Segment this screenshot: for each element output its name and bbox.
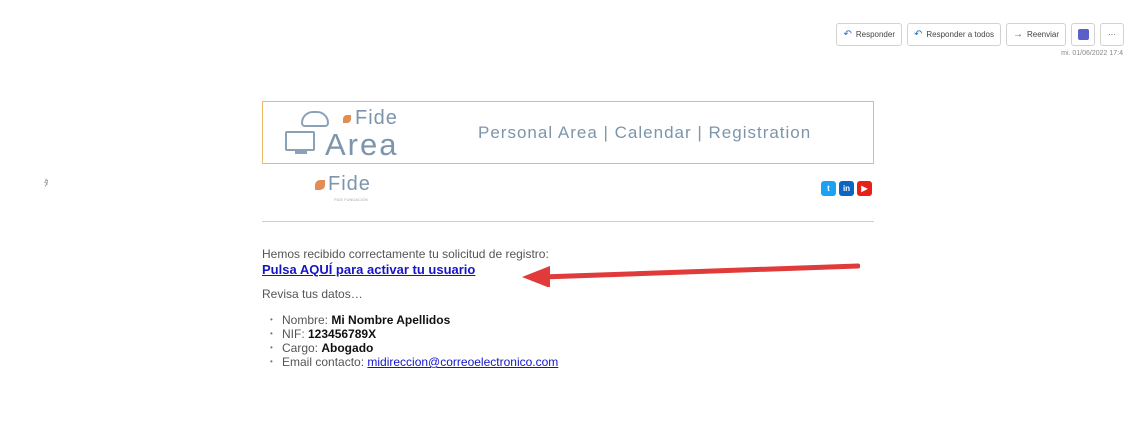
- banner-nav-links[interactable]: Personal Area | Calendar | Registration: [478, 123, 811, 143]
- sub-header: Fide FIDE FUNDACIÓN t in ▶: [262, 173, 874, 207]
- linkedin-icon[interactable]: in: [839, 181, 854, 196]
- list-item: Email contacto: midireccion@correoelectr…: [270, 355, 882, 369]
- side-mark: ﾀ: [44, 178, 49, 188]
- reply-label: Responder: [855, 30, 895, 39]
- reply-all-icon: ↶: [913, 29, 923, 40]
- detail-label: NIF:: [282, 327, 308, 341]
- annotation-arrow-icon: [522, 263, 860, 287]
- forward-button[interactable]: → Reenviar: [1005, 23, 1066, 46]
- reply-all-button[interactable]: ↶ Responder a todos: [906, 23, 1001, 46]
- more-actions-button[interactable]: ···: [1100, 23, 1124, 46]
- list-item: Nombre: Mi Nombre Apellidos: [270, 313, 882, 327]
- cloud-icon: [301, 111, 329, 127]
- fide-logo-text: Fide: [328, 173, 371, 195]
- logo-area-text: Area: [325, 127, 399, 162]
- monitor-icon: [285, 131, 315, 151]
- divider: [262, 221, 874, 222]
- detail-value: Abogado: [321, 341, 374, 355]
- teams-button[interactable]: [1071, 23, 1095, 46]
- list-item: NIF: 123456789X: [270, 327, 882, 341]
- forward-label: Reenviar: [1026, 30, 1059, 39]
- teams-icon: [1077, 29, 1089, 40]
- leaf-icon: [343, 115, 351, 123]
- reply-icon: ↶: [843, 29, 852, 40]
- fide-tagline: FIDE FUNDACIÓN: [334, 197, 368, 202]
- more-label: ···: [1108, 30, 1116, 39]
- fide-area-logo: Fide Area: [285, 107, 435, 162]
- detail-label: Email contacto:: [282, 355, 368, 369]
- review-text: Revisa tus datos…: [262, 287, 363, 301]
- contact-email-link[interactable]: midireccion@correoelectronico.com: [367, 355, 558, 369]
- detail-value: 123456789X: [308, 327, 377, 341]
- twitter-icon[interactable]: t: [821, 181, 836, 196]
- reply-button[interactable]: ↶ Responder: [836, 23, 902, 46]
- detail-label: Nombre:: [282, 313, 332, 327]
- leaf-icon: [315, 179, 325, 190]
- fide-logo: Fide: [315, 173, 371, 196]
- detail-label: Cargo:: [282, 341, 322, 355]
- forward-icon: →: [1012, 29, 1023, 40]
- detail-value: Mi Nombre Apellidos: [331, 313, 451, 327]
- reply-all-label: Responder a todos: [926, 30, 994, 39]
- message-timestamp: mi. 01/06/2022 17:4: [1061, 50, 1123, 57]
- youtube-icon[interactable]: ▶: [857, 181, 872, 196]
- social-links: t in ▶: [821, 181, 872, 196]
- email-banner: Fide Area Personal Area | Calendar | Reg…: [262, 101, 874, 164]
- message-toolbar: ↶ Responder ↶ Responder a todos → Reenvi…: [836, 23, 1124, 46]
- list-item: Cargo: Abogado: [270, 341, 882, 355]
- details-list: Nombre: Mi Nombre Apellidos NIF: 1234567…: [270, 313, 882, 369]
